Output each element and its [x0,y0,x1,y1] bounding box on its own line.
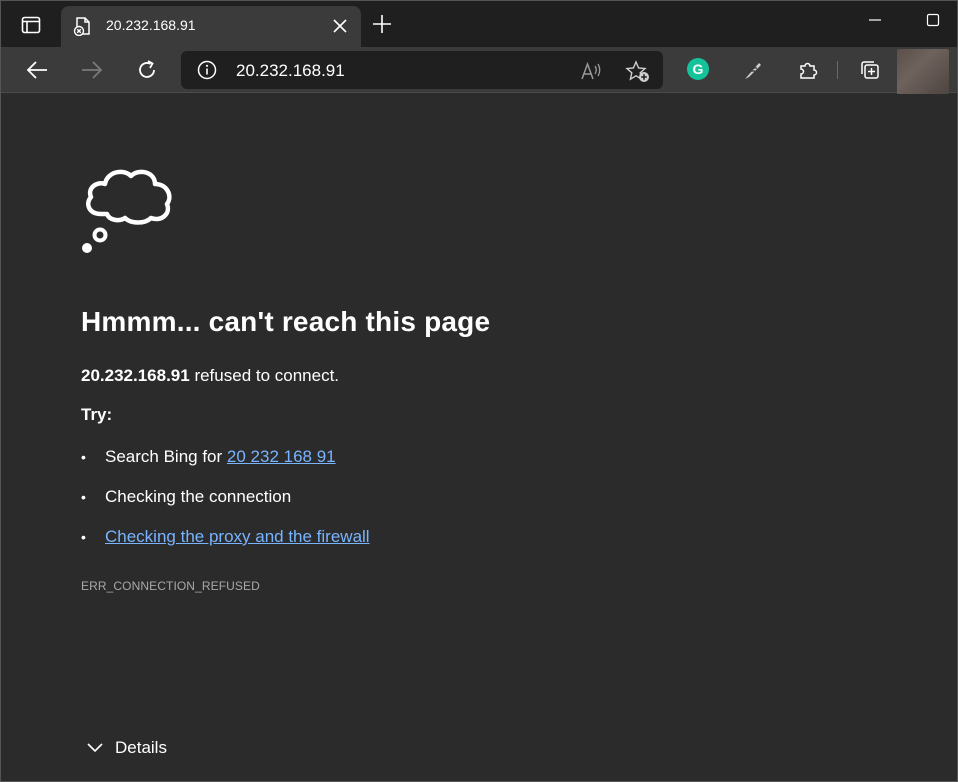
details-label: Details [115,738,167,757]
list-item: • Checking the connection [81,486,370,526]
try-label: Try: [81,405,113,424]
extensions-button[interactable] [794,56,822,84]
new-tab-icon[interactable] [371,13,393,35]
collections-icon [861,61,879,79]
back-button[interactable] [23,56,51,84]
thought-cloud-icon [82,169,172,253]
bullet: • [81,529,86,545]
proxy-firewall-link[interactable]: Checking the proxy and the firewall [105,526,370,548]
address-bar-url[interactable]: 20.232.168.91 [236,61,345,81]
browser-window: 20.232.168.91 20.232.168.91 G Hmmm... ca… [0,0,958,782]
tab-title: 20.232.168.91 [106,17,196,33]
error-host: 20.232.168.91 [81,366,190,385]
suggestion-check-connection: Checking the connection [105,487,292,506]
tab-actions-button[interactable] [11,11,51,39]
back-arrow-icon [26,61,47,79]
maximize-icon[interactable] [921,9,945,31]
details-toggle[interactable]: Details [85,738,167,758]
puzzle-icon [800,62,818,79]
grammarly-letter: G [692,61,704,77]
profile-avatar[interactable] [897,49,949,95]
quill-icon [745,63,761,79]
suggestion-list: • Search Bing for 20 232 168 91 • Checki… [81,446,370,566]
chevron-down-icon [87,743,103,753]
error-page: Hmmm... can't reach this page 20.232.168… [1,94,957,781]
forward-arrow-icon [82,61,103,79]
bullet: • [81,489,86,505]
navigation-toolbar: 20.232.168.91 G [1,47,957,95]
tab-actions-icon [21,16,41,34]
refresh-button[interactable] [133,56,161,84]
bullet: • [81,449,86,465]
grammarly-extension-icon[interactable]: G [687,58,709,80]
error-code: ERR_CONNECTION_REFUSED [81,579,260,593]
error-message: 20.232.168.91 refused to connect. [81,366,339,386]
address-bar[interactable]: 20.232.168.91 [181,51,663,89]
extension-quill-button[interactable] [739,56,767,84]
bing-search-link[interactable]: 20 232 168 91 [227,447,336,466]
error-heading: Hmmm... can't reach this page [81,306,491,337]
tab-strip: 20.232.168.91 [1,1,957,47]
collections-button[interactable] [856,56,884,84]
close-tab-icon[interactable] [329,15,351,37]
toolbar-separator [837,61,838,79]
suggestion-bing-prefix: Search Bing for [105,447,227,466]
refresh-icon [139,60,155,78]
page-error-icon [73,17,90,36]
list-item: • Search Bing for 20 232 168 91 [81,446,370,486]
tab-active[interactable]: 20.232.168.91 [61,6,361,47]
info-icon[interactable] [197,60,217,80]
minimize-icon[interactable] [863,9,887,31]
error-message-suffix: refused to connect. [189,366,340,385]
add-favorite-icon[interactable] [625,60,651,84]
list-item: • Checking the proxy and the firewall [81,526,370,566]
forward-button[interactable] [78,56,106,84]
read-aloud-icon[interactable] [579,60,603,82]
